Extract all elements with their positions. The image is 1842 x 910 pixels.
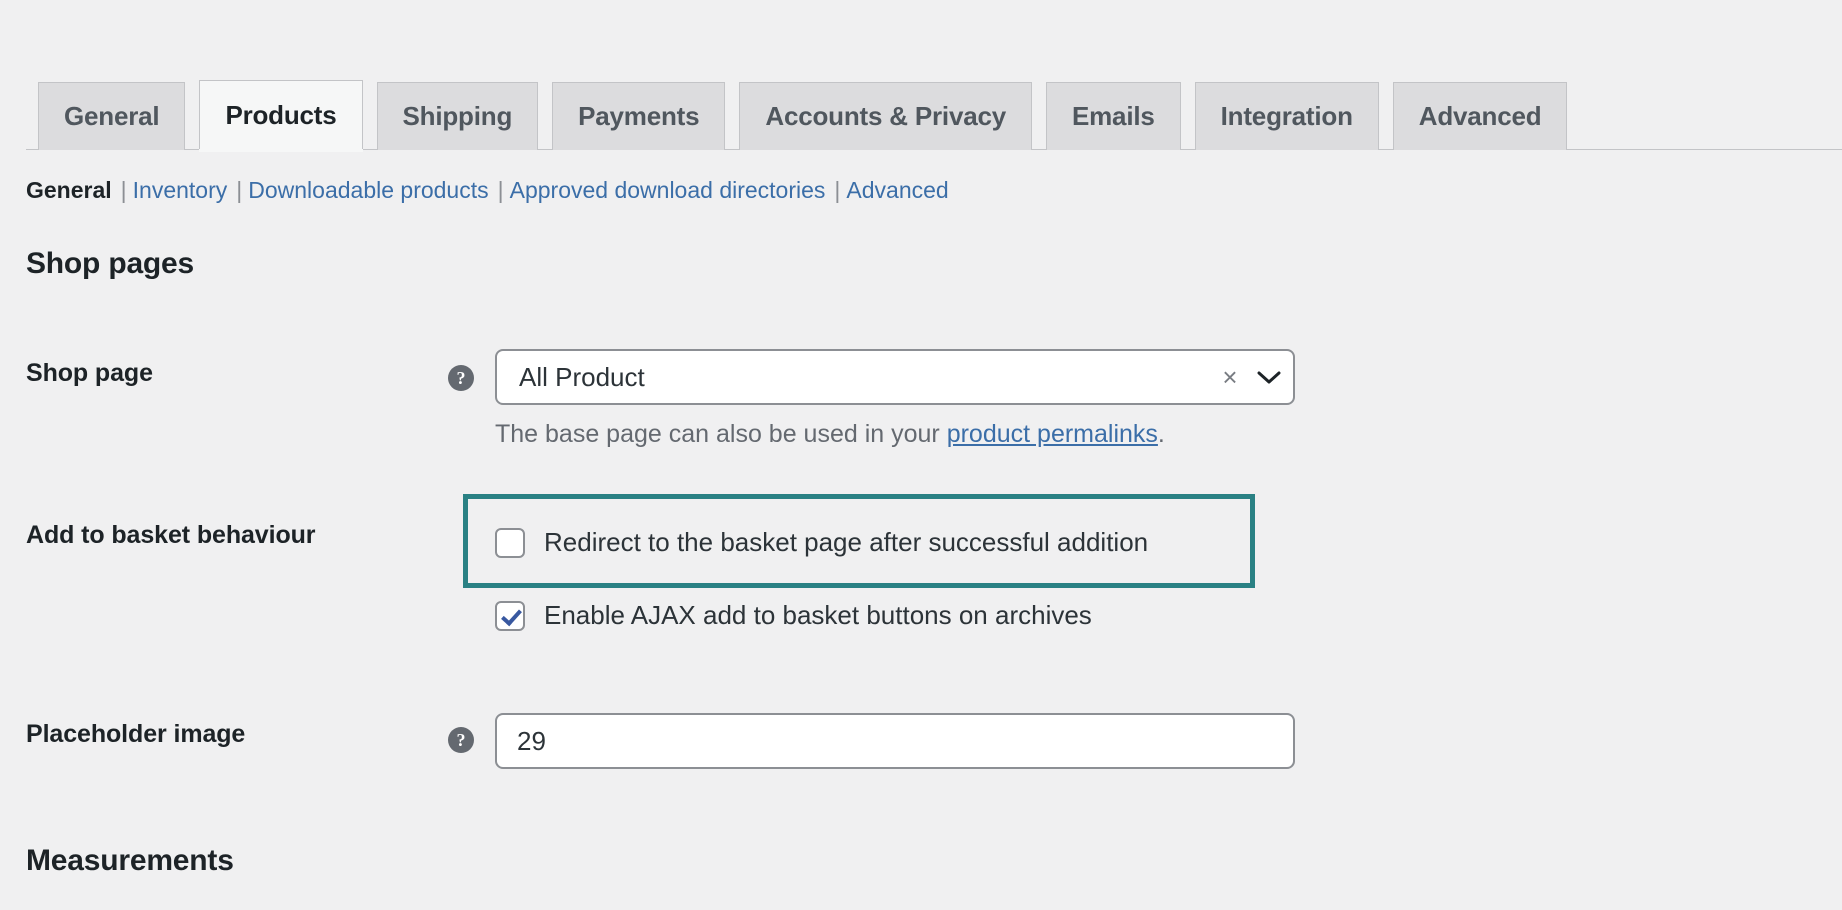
- tab-label: Advanced: [1418, 101, 1542, 131]
- tab-label: Products: [225, 100, 337, 130]
- help-icon[interactable]: ?: [448, 727, 474, 753]
- subnav-item-advanced[interactable]: Advanced: [846, 177, 948, 204]
- subnav-item-approved-download-directories[interactable]: Approved download directories: [510, 177, 826, 204]
- tab-advanced[interactable]: Advanced: [1392, 82, 1568, 150]
- shop-page-selected-value: All Product: [519, 361, 645, 392]
- shop-page-description-text-after: .: [1157, 420, 1165, 448]
- redirect-to-basket-label[interactable]: Redirect to the basket page after succes…: [544, 527, 1148, 558]
- tab-label: Emails: [1072, 101, 1155, 131]
- checkbox-row-ajax[interactable]: Enable AJAX add to basket buttons on arc…: [495, 600, 1092, 631]
- enable-ajax-checkbox[interactable]: [495, 600, 525, 631]
- subnav-separator: |: [834, 177, 841, 203]
- tab-products[interactable]: Products: [199, 80, 363, 152]
- tab-shipping[interactable]: Shipping: [376, 82, 539, 150]
- clear-selection-icon[interactable]: ×: [1215, 364, 1245, 390]
- placeholder-image-label: Placeholder image: [26, 720, 246, 748]
- placeholder-image-input[interactable]: [495, 713, 1295, 769]
- chevron-down-icon[interactable]: [1245, 367, 1293, 387]
- tab-integration[interactable]: Integration: [1194, 82, 1379, 150]
- tab-label: Integration: [1220, 101, 1353, 131]
- shop-page-select[interactable]: All Product ×: [495, 349, 1295, 405]
- tab-label: General: [64, 101, 160, 131]
- checkbox-row-redirect[interactable]: Redirect to the basket page after succes…: [495, 527, 1148, 558]
- subnav-separator: |: [236, 177, 243, 203]
- shop-page-description-text-before: The base page can also be used in your: [495, 420, 947, 448]
- redirect-to-basket-checkbox[interactable]: [495, 527, 525, 558]
- add-to-basket-behaviour-label: Add to basket behaviour: [26, 521, 316, 549]
- subnav-separator: |: [497, 177, 504, 203]
- tab-label: Payments: [578, 101, 700, 131]
- tab-label: Shipping: [402, 101, 513, 131]
- subnav-item-general: General: [26, 177, 112, 203]
- tab-label: Accounts & Privacy: [765, 101, 1006, 131]
- shop-page-label: Shop page: [26, 359, 153, 387]
- enable-ajax-label[interactable]: Enable AJAX add to basket buttons on arc…: [544, 600, 1092, 631]
- product-permalinks-link[interactable]: product permalinks: [947, 420, 1158, 448]
- shop-pages-heading: Shop pages: [26, 247, 195, 280]
- help-icon[interactable]: ?: [448, 365, 474, 391]
- subnav-item-downloadable-products[interactable]: Downloadable products: [248, 177, 488, 204]
- settings-tabs-bar: General Products Shipping Payments Accounts …: [0, 0, 1842, 152]
- tab-list: General Products Shipping Payments Accounts …: [38, 80, 1568, 152]
- tab-emails[interactable]: Emails: [1046, 82, 1181, 150]
- tab-general[interactable]: General: [38, 82, 186, 150]
- tab-accounts-privacy[interactable]: Accounts & Privacy: [739, 82, 1032, 150]
- tab-payments[interactable]: Payments: [552, 82, 726, 150]
- subnav-item-inventory[interactable]: Inventory: [133, 177, 228, 204]
- subnav-separator: |: [120, 177, 127, 203]
- shop-page-description: The base page can also be used in your p…: [495, 420, 1165, 449]
- measurements-heading: Measurements: [26, 844, 234, 877]
- sub-navigation: General | Inventory | Downloadable products |…: [26, 177, 949, 204]
